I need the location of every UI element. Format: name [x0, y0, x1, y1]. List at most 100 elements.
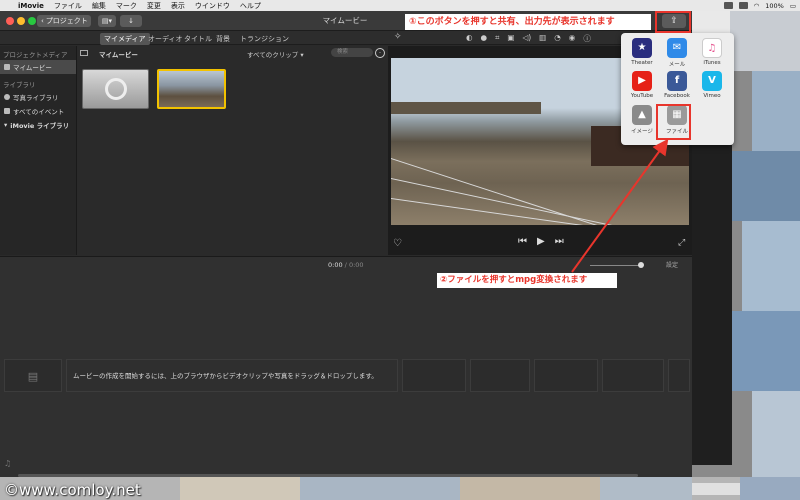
sidebar-item-project[interactable]: マイムービー: [0, 60, 76, 74]
import-media-button[interactable]: ▤▾: [98, 15, 116, 27]
timeline-slot: [470, 359, 530, 392]
blur-tile: [742, 221, 800, 311]
tab-my-media[interactable]: マイメディア: [100, 33, 150, 45]
timecode: 0:00 / 0:00: [328, 261, 364, 269]
blur-tile: [732, 311, 800, 391]
time-total: 0:00: [348, 261, 364, 269]
dock-icons[interactable]: [692, 483, 740, 495]
station-roof: [391, 102, 541, 114]
browser-title: マイムービー: [99, 51, 138, 59]
menu-bar: iMovie ファイル 編集 マーク 変更 表示 ウインドウ ヘルプ ◠ 100…: [0, 0, 800, 11]
search-input[interactable]: 検索: [331, 48, 373, 57]
battery-icon[interactable]: ▭: [790, 2, 796, 10]
volume-icon[interactable]: ◁): [522, 33, 531, 44]
skip-forward-icon[interactable]: ⏭: [555, 236, 564, 247]
sidebar-section-project-media: プロジェクトメディア: [3, 51, 68, 59]
back-to-projects-button[interactable]: ‹ プロジェクト: [37, 15, 91, 27]
film-strip-icon: ▤: [4, 359, 62, 392]
media-clip-selected[interactable]: [157, 69, 226, 109]
zoom-slider[interactable]: [590, 265, 640, 266]
menu-view[interactable]: 表示: [171, 1, 185, 11]
timeline-slot: [602, 359, 664, 392]
settings-icon[interactable]: ·: [375, 48, 385, 58]
share-option-itunes[interactable]: ♫ iTunes: [695, 38, 729, 66]
sidebar-item-label: iMovie ライブラリ: [10, 122, 70, 130]
watermark: ©www.comloy.net: [4, 481, 141, 499]
status-icon[interactable]: [738, 2, 748, 9]
menu-mark[interactable]: マーク: [116, 1, 137, 11]
vimeo-icon: V: [702, 71, 722, 91]
menu-window[interactable]: ウインドウ: [195, 1, 230, 11]
magic-wand-icon[interactable]: ✧: [394, 32, 402, 42]
favorite-icon[interactable]: ♡: [393, 238, 402, 249]
share-option-mail[interactable]: ✉ メール: [660, 38, 694, 68]
wifi-icon[interactable]: ◠: [754, 2, 760, 10]
tab-titles[interactable]: タイトル: [180, 33, 216, 45]
film-icon: [4, 64, 10, 70]
info-icon[interactable]: ⓘ: [583, 33, 591, 44]
share-option-label: YouTube: [630, 93, 654, 99]
crop-icon[interactable]: ⌗: [495, 33, 499, 44]
clip-filter-icon[interactable]: ◉: [569, 33, 576, 44]
annotation-step2: ②ファイルを押すとmpg変換されます: [437, 273, 617, 288]
sidebar-item-imovie-library[interactable]: ▾ iMovie ライブラリ: [0, 118, 76, 132]
disclosure-triangle-icon[interactable]: ▾: [4, 121, 7, 129]
sidebar-item-all-events[interactable]: すべてのイベント: [0, 104, 76, 118]
skip-back-icon[interactable]: ⏮: [518, 236, 527, 247]
rail-line: [391, 198, 689, 225]
share-option-youtube[interactable]: ▶ YouTube: [625, 71, 659, 99]
mail-icon: ✉: [667, 38, 687, 58]
status-icon[interactable]: [723, 2, 733, 9]
share-button-highlight: [655, 11, 691, 33]
search-placeholder: 検索: [337, 49, 349, 55]
share-option-image[interactable]: ▲ イメージ: [625, 105, 659, 135]
timeline-settings-button[interactable]: 設定: [666, 260, 678, 269]
sidebar-toggle-icon[interactable]: [80, 50, 88, 56]
timeline-slot: [534, 359, 598, 392]
media-clip[interactable]: [82, 69, 149, 109]
tab-transitions[interactable]: トランジション: [236, 33, 293, 45]
facebook-icon: f: [667, 71, 687, 91]
stabilization-icon[interactable]: ▣: [507, 33, 514, 44]
menu-edit[interactable]: 編集: [92, 1, 106, 11]
zoom-slider-handle[interactable]: [638, 262, 644, 268]
events-icon: [4, 108, 10, 114]
window-maximize-button[interactable]: [28, 17, 36, 25]
viewer-tools: ◐ ● ⌗ ▣ ◁) ▥ ◔ ◉ ⓘ: [466, 33, 591, 44]
blur-tile: [600, 477, 692, 500]
menu-app[interactable]: iMovie: [18, 2, 44, 10]
status-area: ◠ 100% ▭: [723, 0, 796, 11]
menu-modify[interactable]: 変更: [147, 1, 161, 11]
menu-help[interactable]: ヘルプ: [240, 1, 261, 11]
share-option-theater[interactable]: ★ Theater: [625, 38, 659, 66]
sidebar-item-label: マイムービー: [13, 64, 52, 72]
menu-file[interactable]: ファイル: [54, 1, 82, 11]
window-title: マイムービー: [322, 16, 368, 25]
blur-tile: [732, 151, 800, 221]
file-option-highlight: [656, 104, 691, 140]
share-option-facebook[interactable]: f Facebook: [660, 71, 694, 99]
noise-reduction-icon[interactable]: ▥: [539, 33, 546, 44]
battery-percent: 100%: [765, 1, 784, 10]
image-icon: ▲: [632, 105, 652, 125]
clip-filter-dropdown[interactable]: すべてのクリップ ▾: [247, 49, 304, 59]
media-browser: マイムービー すべてのクリップ ▾ 検索 ·: [77, 46, 387, 255]
window-close-button[interactable]: [6, 17, 14, 25]
window-minimize-button[interactable]: [17, 17, 25, 25]
import-button[interactable]: ↓: [120, 15, 142, 27]
playback-controls: ⏮ ▶ ⏭: [518, 236, 564, 247]
share-option-label: Vimeo: [703, 93, 721, 99]
color-correction-icon[interactable]: ●: [481, 33, 488, 44]
hidden-panel: [692, 145, 732, 465]
play-icon[interactable]: ▶: [537, 236, 545, 247]
tab-backgrounds[interactable]: 背景: [212, 33, 234, 45]
download-icon: ↓: [128, 17, 134, 25]
speed-icon[interactable]: ◔: [554, 33, 561, 44]
fullscreen-icon[interactable]: ⤢: [678, 238, 685, 248]
share-option-vimeo[interactable]: V Vimeo: [695, 71, 729, 99]
color-balance-icon[interactable]: ◐: [466, 33, 473, 44]
sidebar-item-label: 写真ライブラリ: [13, 94, 59, 102]
sidebar-item-photos[interactable]: 写真ライブラリ: [0, 90, 76, 104]
share-option-label: Facebook: [664, 93, 690, 99]
blur-tile: [752, 391, 800, 481]
